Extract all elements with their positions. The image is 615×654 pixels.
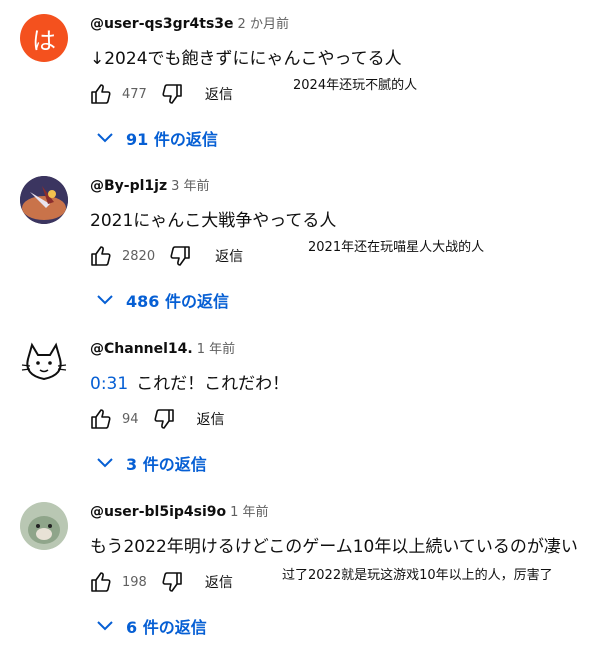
view-replies-button[interactable]: 3 件の返信 (96, 451, 207, 475)
translation-annotation: 2021年还在玩喵星人大战的人 (308, 240, 485, 255)
like-count: 2820 (122, 248, 156, 264)
comment-actions: 94 返信 (88, 403, 225, 435)
reply-button[interactable]: 返信 (197, 409, 225, 429)
like-button[interactable] (88, 243, 114, 269)
like-count: 94 (122, 411, 139, 427)
author-name[interactable]: @By-pl1jz (90, 178, 167, 194)
chevron-down-icon (97, 621, 113, 631)
thumb-up-icon (91, 409, 111, 429)
comment-text: 0:31 これだ！これだわ！ (90, 374, 290, 394)
author-name[interactable]: @user-qs3gr4ts3e (90, 16, 234, 32)
comment-time[interactable]: 1 年前 (230, 505, 268, 520)
like-button[interactable] (88, 406, 114, 432)
thumb-up-icon (91, 246, 111, 266)
thumb-down-icon (162, 84, 182, 104)
like-button[interactable] (88, 569, 114, 595)
thumb-down-icon (162, 572, 182, 592)
comment-2: @By-pl1jz 3 年前 2021にゃんこ大戦争やってる人 2820 返信 2… (0, 168, 615, 328)
comment-time[interactable]: 3 年前 (171, 179, 209, 194)
comment-actions: 198 返信 (88, 566, 233, 598)
chevron-down-icon (97, 133, 113, 143)
comment-1: は @user-qs3gr4ts3e 2 か月前 ↓2024でも飽きずににゃんこや… (0, 6, 615, 166)
chevron-down-icon (97, 458, 113, 468)
comment-time[interactable]: 1 年前 (197, 342, 235, 357)
comment-text: 2021にゃんこ大戦争やってる人 (90, 211, 337, 231)
comment-header: @user-bl5ip4si9o 1 年前 (90, 501, 269, 520)
avatar[interactable]: は (20, 14, 68, 62)
dislike-button[interactable] (159, 81, 185, 107)
view-replies-button[interactable]: 91 件の返信 (96, 126, 218, 150)
translation-annotation: 2024年还玩不腻的人 (293, 78, 418, 93)
thumb-up-icon (91, 84, 111, 104)
avatar-image (20, 176, 68, 224)
chevron-down-icon (97, 295, 113, 305)
view-replies-button[interactable]: 6 件の返信 (96, 614, 207, 638)
dislike-button[interactable] (159, 569, 185, 595)
timestamp-link[interactable]: 0:31 (90, 374, 128, 394)
comment-time[interactable]: 2 か月前 (238, 17, 289, 32)
translation-annotation: 过了2022就是玩这游戏10年以上的人，厉害了 (282, 568, 553, 583)
comment-text: もう2022年明けるけどこのゲーム10年以上続いているのが凄い (90, 537, 578, 557)
comment-text: ↓2024でも飽きずににゃんこやってる人 (90, 49, 402, 69)
comment-4: @user-bl5ip4si9o 1 年前 もう2022年明けるけどこのゲーム10… (0, 494, 615, 654)
comment-actions: 2820 返信 (88, 240, 243, 272)
avatar-image (20, 502, 68, 550)
reply-button[interactable]: 返信 (215, 246, 243, 266)
dislike-button[interactable] (151, 406, 177, 432)
thumb-down-icon (153, 409, 174, 429)
comment-actions: 477 返信 (88, 78, 233, 110)
thumb-up-icon (91, 572, 111, 592)
like-count: 477 (122, 86, 147, 102)
avatar[interactable] (20, 176, 68, 224)
dislike-button[interactable] (167, 243, 193, 269)
view-replies-button[interactable]: 486 件の返信 (96, 288, 229, 312)
cat-avatar-image (21, 342, 67, 381)
thumb-down-icon (170, 246, 190, 266)
reply-button[interactable]: 返信 (205, 572, 233, 592)
author-name[interactable]: @Channel14. (90, 341, 193, 357)
comment-header: @user-qs3gr4ts3e 2 か月前 (90, 13, 289, 32)
author-name[interactable]: @user-bl5ip4si9o (90, 504, 226, 520)
like-button[interactable] (88, 81, 114, 107)
reply-button[interactable]: 返信 (205, 84, 233, 104)
comment-header: @By-pl1jz 3 年前 (90, 175, 210, 194)
avatar[interactable] (20, 502, 68, 550)
like-count: 198 (122, 574, 147, 590)
comment-3: @Channel14. 1 年前 0:31 これだ！これだわ！ 94 返信 3 件の… (0, 331, 615, 491)
comment-header: @Channel14. 1 年前 (90, 338, 235, 357)
avatar[interactable] (20, 339, 68, 387)
